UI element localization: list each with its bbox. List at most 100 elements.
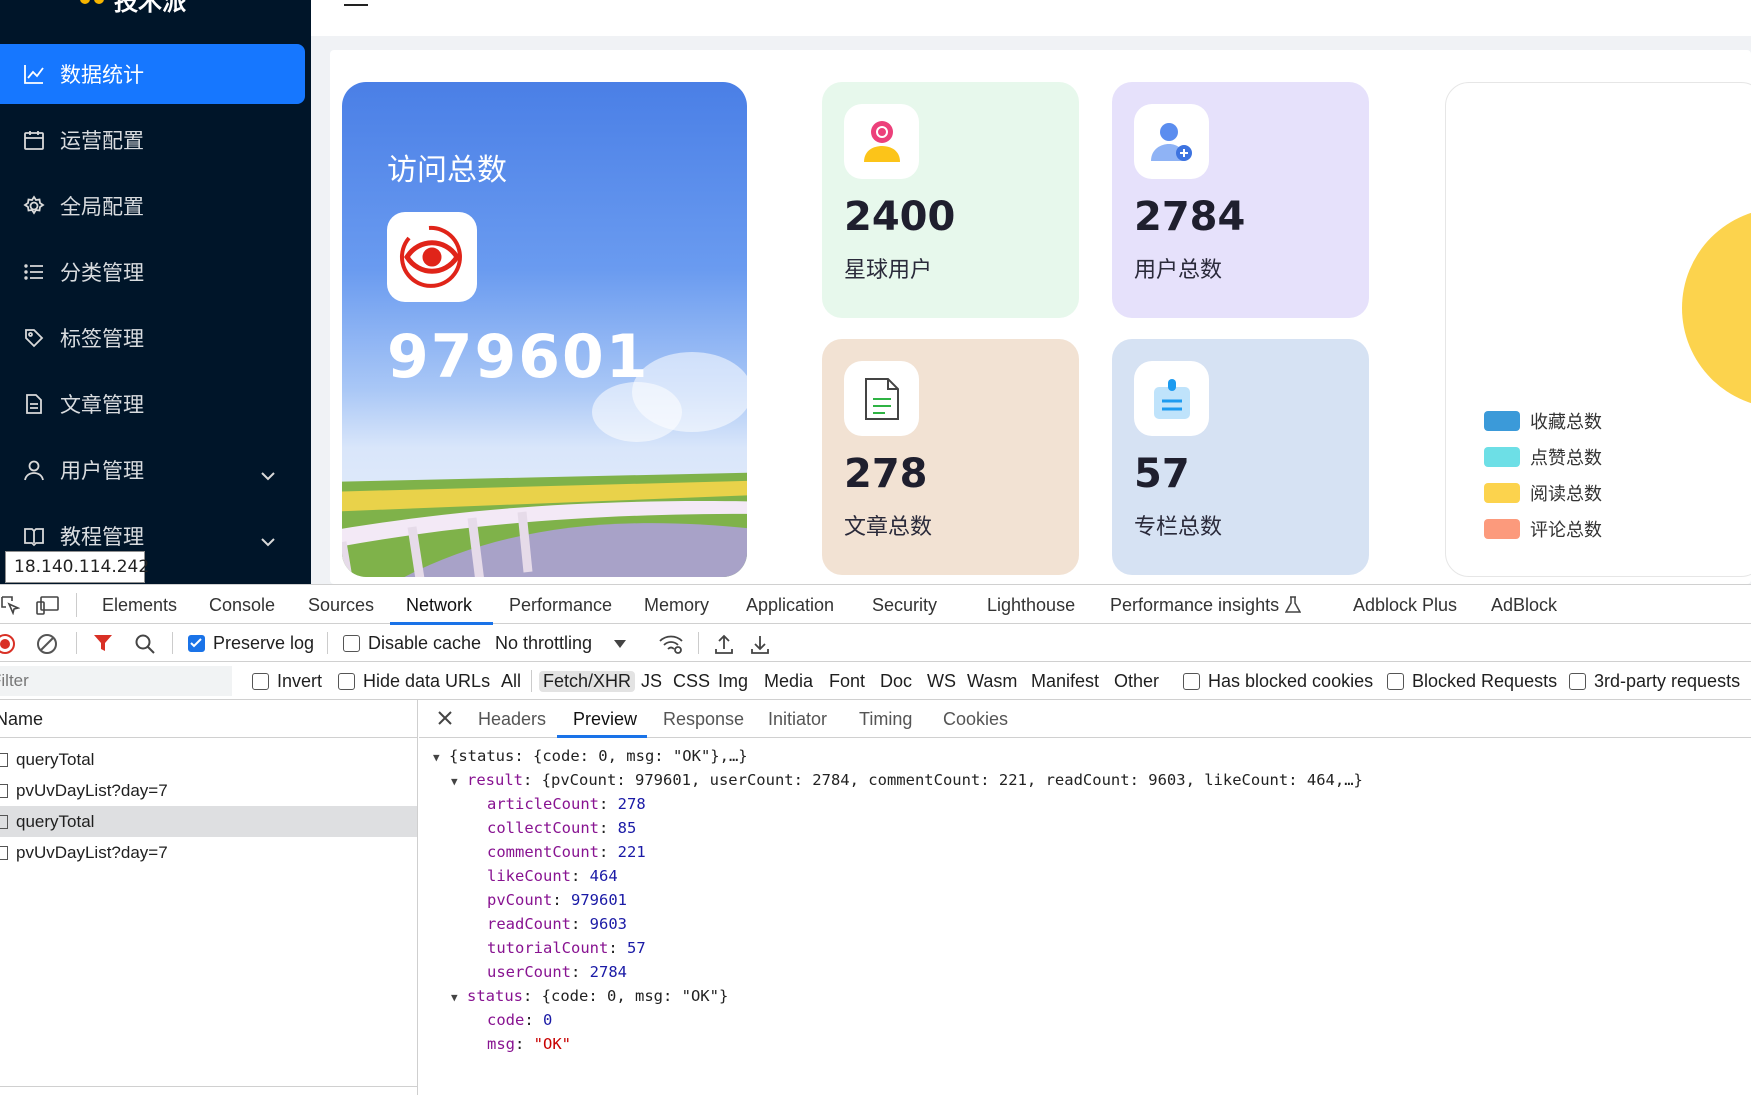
tab-security[interactable]: Security	[872, 595, 937, 616]
json-status-summary: {code: 0, msg: "OK"}	[541, 987, 729, 1005]
network-conditions-icon[interactable]	[658, 633, 684, 655]
sidebar-item-tags[interactable]: 标签管理	[0, 308, 305, 368]
json-root[interactable]: ▼ {status: {code: 0, msg: "OK"},…}	[433, 744, 748, 770]
hide-data-urls-checkbox[interactable]: Hide data URLs	[338, 671, 490, 692]
json-value: 278	[617, 795, 646, 813]
export-har-icon[interactable]	[750, 633, 770, 655]
inspect-element-icon[interactable]	[0, 595, 21, 620]
sidebar-item-stats[interactable]: 数据统计	[0, 44, 305, 104]
preserve-log-checkbox[interactable]: Preserve log	[188, 633, 314, 654]
legend-label: 评论总数	[1530, 520, 1602, 541]
filter-type-manifest[interactable]: Manifest	[1031, 671, 1099, 692]
record-stop-icon[interactable]	[0, 633, 16, 655]
blocked-requests-checkbox[interactable]: Blocked Requests	[1387, 671, 1557, 692]
json-status-node[interactable]: ▼ status: {code: 0, msg: "OK"}	[451, 984, 728, 1010]
tab-performance[interactable]: Performance	[509, 595, 612, 616]
sidebar-item-users[interactable]: 用户管理	[0, 440, 305, 500]
filter-type-js[interactable]: JS	[641, 671, 662, 692]
tab-memory[interactable]: Memory	[644, 595, 709, 616]
json-field: collectCount: 85	[487, 819, 637, 837]
name-column-header[interactable]: Name	[0, 700, 417, 738]
json-key: code	[487, 1011, 525, 1029]
separator	[76, 593, 77, 617]
logo[interactable]: 技术派	[80, 0, 240, 16]
request-row[interactable]: pvUvDayList?day=7	[0, 775, 417, 806]
sidebar-item-operations[interactable]: 运营配置	[0, 110, 305, 170]
sidebar-item-label: 分类管理	[60, 261, 144, 285]
tab-application[interactable]: Application	[746, 595, 834, 616]
json-field: pvCount: 979601	[487, 891, 627, 909]
tab-performance-insights[interactable]: Performance insights	[1110, 595, 1279, 616]
devtools-tab-bar: Elements Console Sources Network Perform…	[0, 584, 1751, 625]
sidebar-item-label: 用户管理	[60, 459, 144, 483]
clear-icon[interactable]	[36, 633, 58, 655]
filter-type-css[interactable]: CSS	[673, 671, 710, 692]
tab-lighthouse[interactable]: Lighthouse	[987, 595, 1075, 616]
json-result-node[interactable]: ▼ result: {pvCount: 979601, userCount: 27…	[451, 768, 1363, 794]
third-party-checkbox[interactable]: 3rd-party requests	[1569, 671, 1740, 692]
stat-value: 2784	[1134, 194, 1246, 240]
request-row[interactable]: queryTotal	[0, 806, 417, 837]
device-toolbar-icon[interactable]	[36, 595, 60, 620]
json-value: "OK"	[533, 1035, 571, 1053]
has-blocked-cookies-checkbox[interactable]: Has blocked cookies	[1183, 671, 1373, 692]
legend-label: 阅读总数	[1530, 484, 1602, 505]
name-column-label: Name	[0, 709, 44, 729]
filter-type-wasm[interactable]: Wasm	[967, 671, 1017, 692]
filter-input[interactable]: Filter	[0, 666, 232, 696]
menu-toggle-icon[interactable]	[344, 0, 368, 6]
tab-network[interactable]: Network	[406, 595, 472, 616]
tab-adblock-plus[interactable]: Adblock Plus	[1353, 595, 1457, 616]
tab-console[interactable]: Console	[209, 595, 275, 616]
sidebar-item-label: 运营配置	[60, 129, 144, 153]
search-icon[interactable]	[134, 633, 156, 655]
invert-checkbox[interactable]: Invert	[252, 671, 322, 692]
filter-type-other[interactable]: Other	[1114, 671, 1159, 692]
file-icon	[22, 392, 46, 416]
sidebar-item-label: 文章管理	[60, 393, 144, 417]
filter-type-ws[interactable]: WS	[927, 671, 956, 692]
sidebar-item-articles[interactable]: 文章管理	[0, 374, 305, 434]
tab-timing[interactable]: Timing	[859, 709, 912, 730]
filter-type-all[interactable]: All	[501, 671, 521, 692]
sidebar-item-global-config[interactable]: 全局配置	[0, 176, 305, 236]
request-row[interactable]: queryTotal	[0, 744, 417, 775]
legend-item-read[interactable]: 阅读总数	[1484, 480, 1602, 506]
tab-cookies[interactable]: Cookies	[943, 709, 1008, 730]
json-key: msg	[487, 1035, 515, 1053]
request-file-icon	[0, 752, 8, 767]
disable-cache-checkbox[interactable]: Disable cache	[343, 633, 481, 654]
pie-chart-slice[interactable]	[1682, 208, 1751, 408]
top-bar	[311, 0, 1751, 36]
filter-type-img[interactable]: Img	[718, 671, 748, 692]
throttling-select[interactable]: No throttling	[495, 633, 627, 654]
tab-response[interactable]: Response	[663, 709, 744, 730]
filter-type-fetch-xhr[interactable]: Fetch/XHR	[539, 671, 636, 692]
tab-sources[interactable]: Sources	[308, 595, 374, 616]
legend-item-comment[interactable]: 评论总数	[1484, 516, 1602, 542]
tab-preview[interactable]: Preview	[573, 709, 637, 730]
separator	[76, 632, 77, 654]
legend-item-like[interactable]: 点赞总数	[1484, 444, 1602, 470]
json-field: readCount: 9603	[487, 915, 627, 933]
filter-type-font[interactable]: Font	[829, 671, 865, 692]
filter-type-media[interactable]: Media	[764, 671, 813, 692]
filter-type-doc[interactable]: Doc	[880, 671, 912, 692]
legend-item-collect[interactable]: 收藏总数	[1484, 408, 1602, 434]
detail-tab-bar: Headers Preview Response Initiator Timin…	[419, 700, 1751, 738]
close-icon[interactable]	[437, 710, 453, 731]
stat-label: 专栏总数	[1134, 515, 1223, 540]
tab-adblock[interactable]: AdBlock	[1491, 595, 1557, 616]
request-file-icon	[0, 814, 8, 829]
logo-mark-right	[94, 0, 104, 4]
json-field: code: 0	[487, 1011, 553, 1029]
tab-headers[interactable]: Headers	[478, 709, 546, 730]
tab-initiator[interactable]: Initiator	[768, 709, 827, 730]
filter-funnel-icon[interactable]	[93, 633, 113, 653]
stat-label: 文章总数	[844, 515, 933, 540]
request-row[interactable]: pvUvDayList?day=7	[0, 837, 417, 868]
tab-elements[interactable]: Elements	[102, 595, 177, 616]
sidebar-item-category[interactable]: 分类管理	[0, 242, 305, 302]
json-value: 2784	[589, 963, 627, 981]
import-har-icon[interactable]	[714, 633, 734, 655]
